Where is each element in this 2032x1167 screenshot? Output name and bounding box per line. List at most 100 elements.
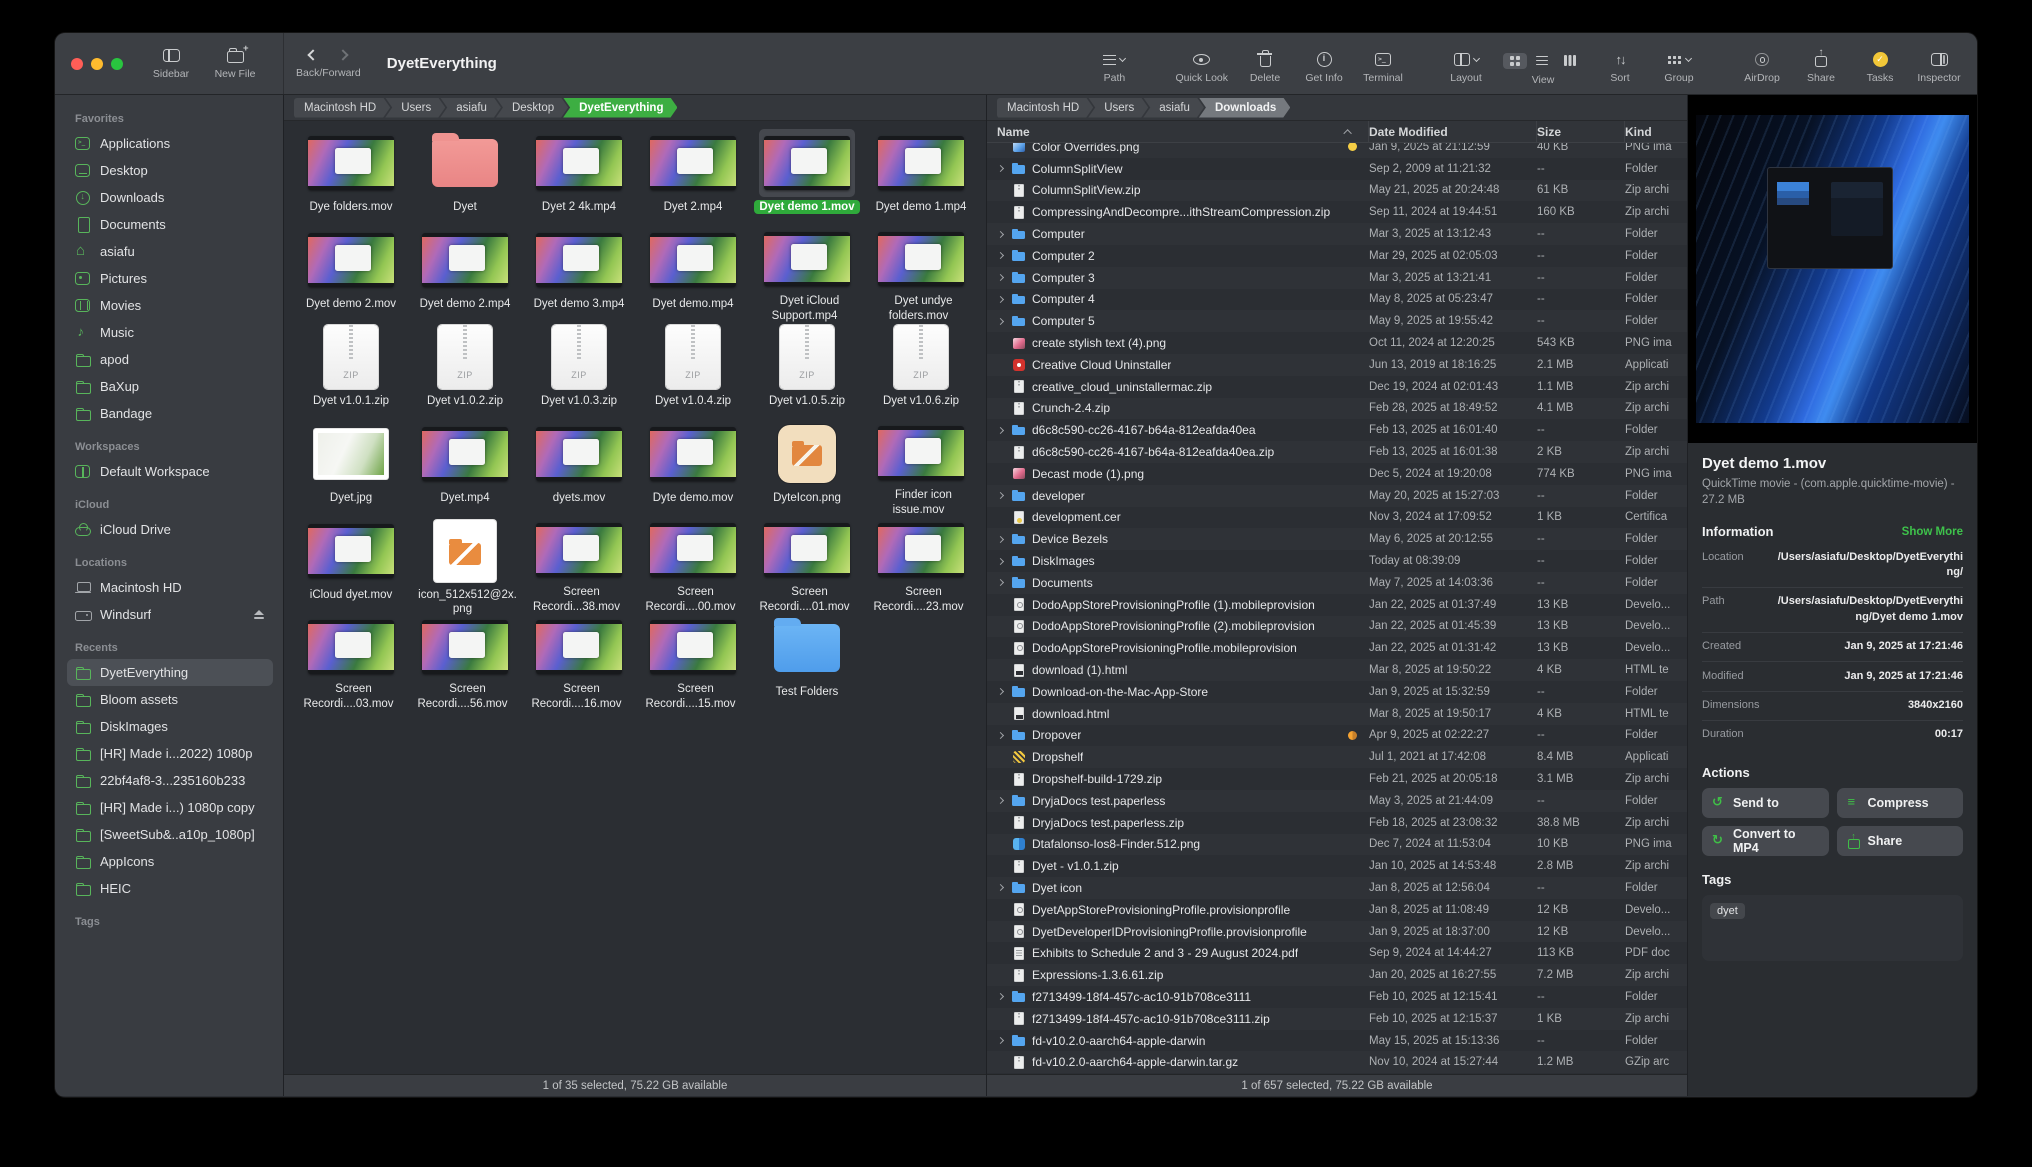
table-row[interactable]: DodoAppStoreProvisioningProfile (2).mobi… [987, 616, 1687, 638]
grid-item[interactable]: Dye folders.mov [294, 129, 408, 226]
table-row[interactable]: Dyet icon Jan 8, 2025 at 12:56:04 -- Fol… [987, 877, 1687, 899]
tags-box[interactable]: dyet [1702, 895, 1963, 961]
table-row[interactable]: d6c8c590-cc26-4167-b64a-812eafda40ea Feb… [987, 419, 1687, 441]
grid-item[interactable]: Dyet demo 2.mp4 [408, 226, 522, 323]
column-header-kind[interactable]: Kind [1625, 121, 1687, 142]
grid-item[interactable]: Dyet demo 1.mp4 [864, 129, 978, 226]
grid-item[interactable]: Dyet demo 1.mov [750, 129, 864, 226]
table-row[interactable]: Download-on-the-Mac-App-Store Jan 9, 202… [987, 681, 1687, 703]
grid-item[interactable]: Dyet [408, 129, 522, 226]
table-row[interactable]: DiskImages Today at 08:39:09 -- Folder [987, 550, 1687, 572]
table-row[interactable]: Dropshelf-build-1729.zip Feb 21, 2025 at… [987, 768, 1687, 790]
table-row[interactable]: DyetDeveloperIDProvisioningProfile.provi… [987, 921, 1687, 943]
sidebar-item[interactable]: DyetEverything [67, 659, 273, 686]
sidebar-item[interactable]: Pictures [67, 265, 273, 292]
grid-item[interactable]: Screen Recordi....23.mov [864, 517, 978, 614]
grid-item[interactable]: Dyet v1.0.3.zip [522, 323, 636, 420]
disclosure-chevron-icon[interactable] [997, 992, 1006, 1002]
grid-item[interactable]: Dyet v1.0.1.zip [294, 323, 408, 420]
breadcrumb-item[interactable]: Downloads [1199, 98, 1290, 118]
grid-item[interactable]: Dyet v1.0.2.zip [408, 323, 522, 420]
table-row[interactable]: Dropshelf Jul 1, 2021 at 17:42:08 8.4 MB… [987, 746, 1687, 768]
table-row[interactable]: Dropover Apr 9, 2025 at 02:22:27 -- Fold… [987, 725, 1687, 747]
sidebar-item[interactable]: asiafu [67, 238, 273, 265]
grid-item[interactable]: Dyet demo 2.mov [294, 226, 408, 323]
table-row[interactable]: fd-v10.2.0-aarch64-apple-darwin.tar.gz N… [987, 1051, 1687, 1073]
grid-item[interactable]: Screen Recordi....03.mov [294, 614, 408, 711]
sidebar-item[interactable]: Bandage [67, 400, 273, 427]
forward-button[interactable] [338, 49, 349, 60]
breadcrumb-item[interactable]: DyetEverything [563, 98, 677, 118]
breadcrumb-item[interactable]: Users [1088, 98, 1148, 118]
sidebar-item[interactable]: [HR] Made i...2022) 1080p [67, 740, 273, 767]
table-row[interactable]: ColumnSplitView Sep 2, 2009 at 11:21:32 … [987, 158, 1687, 180]
column-header-size[interactable]: Size [1537, 121, 1625, 142]
table-row[interactable]: download (1).html Mar 8, 2025 at 19:50:2… [987, 659, 1687, 681]
quick-look-button[interactable]: Quick Look [1175, 51, 1228, 84]
share-button[interactable]: Share [1799, 51, 1843, 84]
table-row[interactable]: DodoAppStoreProvisioningProfile (1).mobi… [987, 594, 1687, 616]
action-button[interactable]: Convert to MP4 [1702, 826, 1829, 856]
grid-item[interactable]: iCloud dyet.mov [294, 517, 408, 614]
terminal-button[interactable]: Terminal [1361, 51, 1405, 84]
grid-item[interactable]: Dyet demo.mp4 [636, 226, 750, 323]
column-header-date[interactable]: Date Modified [1369, 121, 1537, 142]
table-row[interactable]: create stylish text (4).png Oct 11, 2024… [987, 332, 1687, 354]
table-row[interactable]: Dtafalonso-Ios8-Finder.512.png Dec 7, 20… [987, 834, 1687, 856]
sidebar-item[interactable]: Bloom assets [67, 686, 273, 713]
grid-item[interactable]: Dyet 2 4k.mp4 [522, 129, 636, 226]
minimize-button[interactable] [91, 58, 103, 70]
grid-item[interactable]: Dyte demo.mov [636, 420, 750, 517]
disclosure-chevron-icon[interactable] [997, 796, 1006, 806]
grid-item[interactable]: Dyet v1.0.6.zip [864, 323, 978, 420]
disclosure-chevron-icon[interactable] [997, 273, 1006, 283]
sidebar-item[interactable]: [SweetSub&..a10p_1080p] [67, 821, 273, 848]
table-row[interactable]: Documents May 7, 2025 at 14:03:36 -- Fol… [987, 572, 1687, 594]
grid-item[interactable]: Dyet iCloud Support.mp4 [750, 226, 864, 323]
view-list-button[interactable] [1529, 53, 1555, 69]
sidebar-item[interactable]: apod [67, 346, 273, 373]
table-row[interactable]: Crunch-2.4.zip Feb 28, 2025 at 18:49:52 … [987, 398, 1687, 420]
sidebar-item[interactable]: Macintosh HD [67, 574, 273, 601]
disclosure-chevron-icon[interactable] [997, 164, 1006, 174]
table-row[interactable]: f2713499-18f4-457c-ac10-91b708ce3111.zip… [987, 1008, 1687, 1030]
view-columns-button[interactable] [1557, 52, 1583, 69]
grid-item[interactable]: dyets.mov [522, 420, 636, 517]
sidebar-item[interactable]: Downloads [67, 184, 273, 211]
table-row[interactable]: Device Bezels May 6, 2025 at 20:12:55 --… [987, 528, 1687, 550]
back-button[interactable] [308, 49, 319, 60]
disclosure-chevron-icon[interactable] [997, 229, 1006, 239]
tasks-button[interactable]: Tasks [1858, 51, 1902, 84]
zoom-button[interactable] [111, 58, 123, 70]
layout-button[interactable]: Layout [1444, 51, 1488, 84]
table-row[interactable]: Dyet - v1.0.1.zip Jan 10, 2025 at 14:53:… [987, 855, 1687, 877]
table-row[interactable]: DryjaDocs test.paperless May 3, 2025 at … [987, 790, 1687, 812]
table-row[interactable]: Creative Cloud Uninstaller Jun 13, 2019 … [987, 354, 1687, 376]
table-row[interactable]: Decast mode (1).png Dec 5, 2024 at 19:20… [987, 463, 1687, 485]
show-more-link[interactable]: Show More [1902, 526, 1963, 538]
disclosure-chevron-icon[interactable] [997, 687, 1006, 697]
eject-icon[interactable] [253, 610, 265, 620]
table-row[interactable]: Computer 5 May 9, 2025 at 19:55:42 -- Fo… [987, 310, 1687, 332]
breadcrumb-item[interactable]: Users [385, 98, 445, 118]
disclosure-chevron-icon[interactable] [997, 425, 1006, 435]
table-row[interactable]: fd-v10.2.0-aarch64-apple-darwin May 15, … [987, 1030, 1687, 1052]
table-row[interactable]: download.html Mar 8, 2025 at 19:50:17 4 … [987, 703, 1687, 725]
breadcrumb-item[interactable]: Macintosh HD [294, 98, 390, 118]
disclosure-chevron-icon[interactable] [997, 294, 1006, 304]
grid-item[interactable]: Screen Recordi....16.mov [522, 614, 636, 711]
table-row[interactable]: Computer 2 Mar 29, 2025 at 02:05:03 -- F… [987, 245, 1687, 267]
path-button[interactable]: Path [1092, 51, 1136, 84]
table-row[interactable]: DodoAppStoreProvisioningProfile.mobilepr… [987, 637, 1687, 659]
table-row[interactable]: Computer 4 May 8, 2025 at 05:23:47 -- Fo… [987, 289, 1687, 311]
view-grid-button[interactable] [1503, 53, 1527, 69]
action-button[interactable]: Share [1837, 826, 1964, 856]
sidebar-item[interactable]: AppIcons [67, 848, 273, 875]
table-row[interactable]: DryjaDocs test.paperless.zip Feb 18, 202… [987, 812, 1687, 834]
table-row[interactable]: development.cer Nov 3, 2024 at 17:09:52 … [987, 507, 1687, 529]
breadcrumb-item[interactable]: Desktop [496, 98, 568, 118]
breadcrumb-item[interactable]: asiafu [1143, 98, 1204, 118]
sidebar-item[interactable]: 22bf4af8-3...235160b233 [67, 767, 273, 794]
table-row[interactable]: ColumnSplitView.zip May 21, 2025 at 20:2… [987, 180, 1687, 202]
disclosure-chevron-icon[interactable] [997, 883, 1006, 893]
